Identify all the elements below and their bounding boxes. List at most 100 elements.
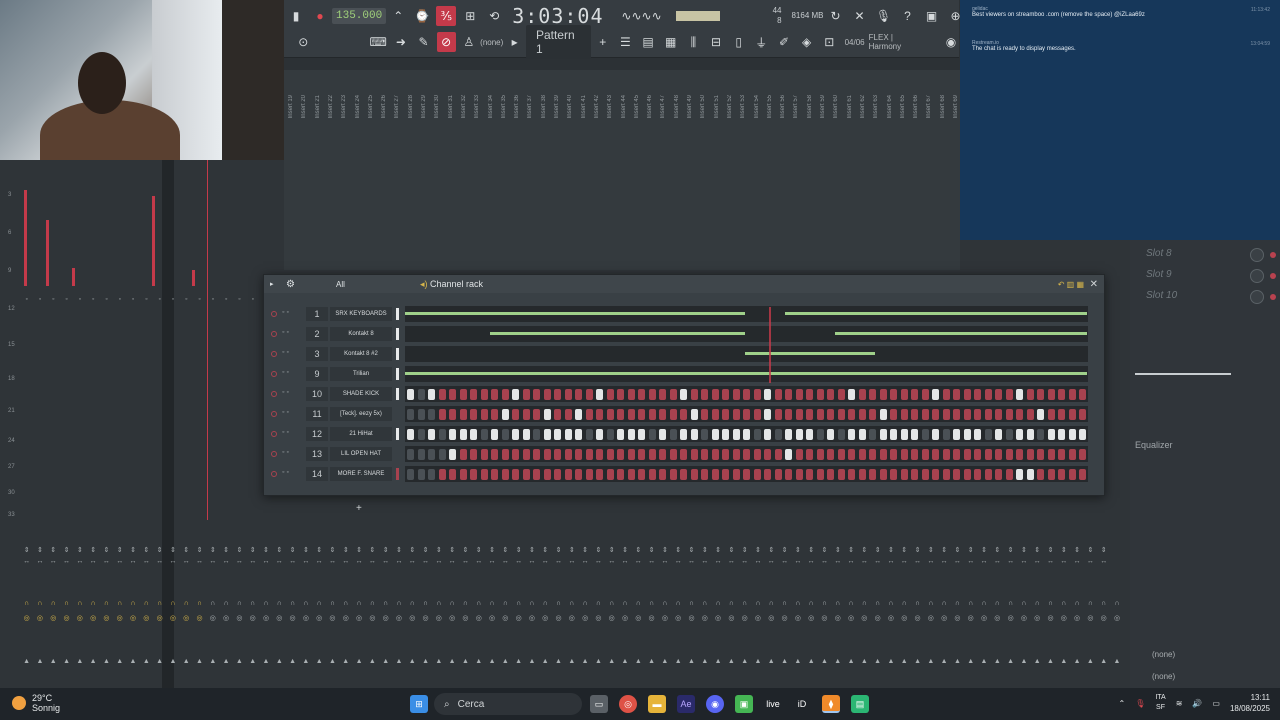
tools-icon[interactable]: ✕ (850, 6, 870, 26)
channel-mixer-track[interactable]: 9 (306, 367, 328, 381)
step-button[interactable] (1079, 449, 1086, 460)
channel-name-button[interactable]: LIL OPEN HAT (330, 447, 392, 461)
track-header[interactable]: Insert 19 (288, 95, 294, 118)
step-button[interactable] (974, 449, 981, 460)
step-button[interactable] (921, 429, 929, 440)
triangle-icon[interactable]: ▸ (505, 32, 524, 52)
step-button[interactable] (921, 409, 929, 420)
step-button[interactable] (921, 389, 929, 400)
step-button[interactable] (543, 469, 551, 480)
step-button[interactable] (554, 409, 561, 420)
step-button[interactable] (879, 469, 887, 480)
step-button[interactable] (743, 449, 750, 460)
step-button[interactable] (501, 429, 509, 440)
step-button[interactable] (1058, 469, 1065, 480)
channel-mixer-track[interactable]: 10 (306, 387, 328, 401)
step-button[interactable] (669, 389, 677, 400)
step-button[interactable] (690, 449, 698, 460)
step-button[interactable] (1016, 429, 1023, 440)
step-button[interactable] (932, 449, 939, 460)
track-header[interactable]: Insert 61 (847, 95, 853, 118)
volume-icon[interactable]: 🔊 (1192, 699, 1202, 708)
step-button[interactable] (575, 449, 582, 460)
step-button[interactable] (585, 469, 593, 480)
step-button[interactable] (1037, 449, 1044, 460)
track-header[interactable]: Insert 24 (355, 95, 361, 118)
step-button[interactable] (606, 429, 614, 440)
track-header[interactable]: Insert 51 (714, 95, 720, 118)
channel-mute-led[interactable] (271, 411, 277, 417)
channel-row[interactable]: ◦ ◦ 9 Trilian (264, 365, 1104, 383)
step-button[interactable] (795, 389, 803, 400)
track-header[interactable]: Insert 60 (833, 95, 839, 118)
playlist-icon[interactable]: ☰ (616, 32, 635, 52)
track-header[interactable]: Insert 36 (514, 95, 520, 118)
refresh-icon[interactable]: ↻ (826, 6, 846, 26)
step-button[interactable] (648, 429, 656, 440)
track-header[interactable]: Insert 21 (315, 95, 321, 118)
channel-step-area[interactable] (405, 346, 1088, 362)
weather-widget[interactable]: 29°C Sonnig (12, 693, 60, 713)
live-icon[interactable]: live (764, 695, 782, 713)
step-button[interactable] (480, 449, 488, 460)
cart-icon[interactable]: ⊡ (820, 32, 839, 52)
step-button[interactable] (501, 409, 509, 420)
step-button[interactable] (816, 449, 824, 460)
step-button[interactable] (617, 389, 624, 400)
track-header[interactable]: Insert 58 (807, 95, 813, 118)
channel-mute-led[interactable] (271, 431, 277, 437)
step-button[interactable] (858, 469, 866, 480)
step-button[interactable] (617, 409, 624, 420)
step-button[interactable] (764, 469, 771, 480)
step-button[interactable] (648, 409, 656, 420)
language-indicator[interactable]: ITA SF (1155, 693, 1165, 713)
snap-icon[interactable]: ⊙ (294, 32, 313, 52)
channel-name-button[interactable]: Kontakt 8 (330, 327, 392, 341)
step-button[interactable] (596, 449, 603, 460)
track-header[interactable]: Insert 55 (767, 95, 773, 118)
step-button[interactable] (785, 389, 792, 400)
step-button[interactable] (575, 409, 582, 420)
step-button[interactable] (858, 429, 866, 440)
channel-name-button[interactable]: [Teck]. eezy 5x) (330, 407, 392, 421)
step-button[interactable] (480, 409, 488, 420)
track-header[interactable]: Insert 68 (940, 95, 946, 118)
channel-mixer-track[interactable]: 14 (306, 467, 328, 481)
step-button[interactable] (974, 469, 981, 480)
step-button[interactable] (879, 389, 887, 400)
task-view-icon[interactable]: ▭ (590, 695, 608, 713)
step-button[interactable] (669, 429, 677, 440)
step-button[interactable] (732, 389, 740, 400)
step-button[interactable] (921, 469, 929, 480)
step-button[interactable] (974, 409, 981, 420)
step-button[interactable] (1037, 389, 1044, 400)
step-button[interactable] (1068, 409, 1076, 420)
step-edit-icon[interactable]: ⊞ (460, 6, 480, 26)
step-button[interactable] (732, 409, 740, 420)
master-volume-bar[interactable] (675, 11, 720, 21)
channel-select-indicator[interactable] (396, 468, 399, 480)
step-button[interactable] (858, 409, 866, 420)
step-button[interactable] (680, 469, 687, 480)
channel-mixer-track[interactable]: 2 (306, 327, 328, 341)
step-button[interactable] (942, 449, 950, 460)
channel-pan-vol-knobs[interactable]: ◦ ◦ (282, 349, 289, 356)
step-button[interactable] (848, 469, 855, 480)
track-header[interactable]: Insert 26 (381, 95, 387, 118)
app-icon[interactable]: ▤ (851, 695, 869, 713)
track-header[interactable]: Insert 22 (328, 95, 334, 118)
step-button[interactable] (890, 469, 897, 480)
track-header[interactable]: Insert 30 (434, 95, 440, 118)
slot-mix-knob[interactable] (1250, 290, 1264, 304)
step-button[interactable] (617, 469, 624, 480)
pattern-selector[interactable]: Pattern 1 (525, 25, 592, 59)
step-button[interactable] (491, 389, 498, 400)
track-header[interactable]: Insert 25 (368, 95, 374, 118)
channel-row[interactable]: ◦ ◦ 3 Kontakt 8 #2 (264, 345, 1104, 363)
step-button[interactable] (827, 449, 834, 460)
channel-name-button[interactable]: Trilian (330, 367, 392, 381)
step-button[interactable] (974, 389, 981, 400)
step-button[interactable] (974, 429, 981, 440)
channel-row[interactable]: ◦ ◦ 10 SHADE KICK (264, 385, 1104, 403)
stop-icon[interactable]: ▮ (286, 6, 306, 26)
